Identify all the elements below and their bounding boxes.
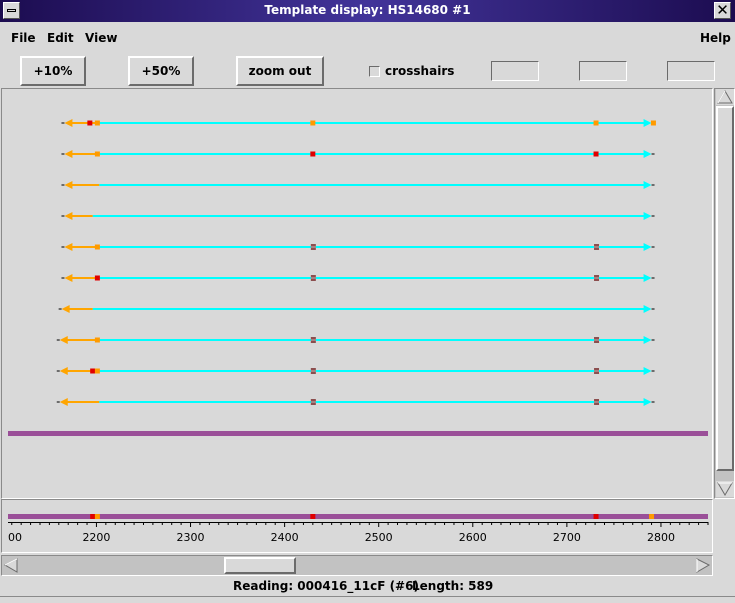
toolbar: +10% +50% zoom out crosshairs xyxy=(0,52,735,88)
readings-plot xyxy=(8,119,708,436)
ruler-panel: 00 2200 2300 2400 2500 2600 2700 2800 xyxy=(1,499,713,553)
tag-marker xyxy=(87,120,93,126)
menu-file[interactable]: File xyxy=(11,31,36,45)
crosshairs-label: crosshairs xyxy=(385,64,455,78)
forward-arrowhead xyxy=(643,367,652,375)
tag-marker xyxy=(310,120,316,126)
position-ruler: 00 2200 2300 2400 2500 2600 2700 2800 xyxy=(8,514,709,544)
tag-marker xyxy=(90,368,96,374)
tag-marker xyxy=(94,275,100,281)
forward-arrowhead xyxy=(643,398,652,406)
tag-marker xyxy=(593,120,599,126)
window-title: Template display: HS14680 #1 xyxy=(264,3,471,17)
readout-field-1 xyxy=(491,61,539,81)
ruler-tick-label: 2800 xyxy=(647,531,675,544)
forward-arrowhead xyxy=(643,336,652,344)
template-canvas[interactable] xyxy=(1,88,713,499)
reading-status: Reading: 000416_11cF (#6) xyxy=(233,579,419,593)
overview-marker xyxy=(649,514,655,519)
forward-arrowhead xyxy=(643,274,652,282)
reverse-arrowhead xyxy=(64,150,73,158)
tag-marker xyxy=(94,151,100,157)
overview-marker xyxy=(94,514,100,519)
tag-marker xyxy=(94,368,100,374)
length-status: Length: 589 xyxy=(412,579,494,593)
forward-arrowhead xyxy=(643,181,652,189)
tag-marker xyxy=(94,244,100,250)
template-bar xyxy=(8,431,708,436)
ruler-tick-label: 2600 xyxy=(459,531,487,544)
reverse-arrowhead xyxy=(59,367,68,375)
scroll-right-icon[interactable] xyxy=(695,557,711,574)
reverse-arrowhead xyxy=(64,181,73,189)
tag-marker xyxy=(94,337,100,343)
title-bar: Template display: HS14680 #1 ✕ xyxy=(0,0,735,22)
ruler-tick-label: 2700 xyxy=(553,531,581,544)
readout-field-2 xyxy=(579,61,627,81)
reverse-arrowhead xyxy=(64,119,73,127)
overview-marker xyxy=(90,514,96,519)
bottom-edge xyxy=(0,596,735,603)
horizontal-scroll-thumb[interactable] xyxy=(224,557,296,574)
readout-field-3 xyxy=(667,61,715,81)
tag-marker xyxy=(94,120,100,126)
scroll-up-icon[interactable] xyxy=(716,89,734,105)
menu-view[interactable]: View xyxy=(85,31,117,45)
crosshairs-checkbox[interactable] xyxy=(369,66,380,77)
overview-template-bar xyxy=(8,514,708,519)
ruler-tick-label: 00 xyxy=(8,531,22,544)
reverse-arrowhead xyxy=(59,398,68,406)
scroll-down-icon[interactable] xyxy=(716,481,734,497)
reverse-arrowhead xyxy=(64,212,73,220)
zoom-out-button[interactable]: zoom out xyxy=(236,56,324,86)
forward-arrowhead xyxy=(643,243,652,251)
zoom-in-10-button[interactable]: +10% xyxy=(20,56,86,86)
scroll-left-icon[interactable] xyxy=(3,557,19,574)
menu-bar: File Edit View Help xyxy=(0,22,735,52)
tag-marker xyxy=(593,151,599,157)
forward-arrowhead xyxy=(643,119,652,127)
forward-arrowhead xyxy=(643,150,652,158)
ruler-tick-label: 2400 xyxy=(271,531,299,544)
vertical-scroll-thumb[interactable] xyxy=(716,106,734,471)
reverse-arrowhead xyxy=(61,305,70,313)
menu-edit[interactable]: Edit xyxy=(47,31,74,45)
reverse-arrowhead xyxy=(64,243,73,251)
zoom-in-50-button[interactable]: +50% xyxy=(128,56,194,86)
reverse-arrowhead xyxy=(64,274,73,282)
status-bar: Reading: 000416_11cF (#6) Length: 589 xyxy=(0,578,735,596)
close-icon: ✕ xyxy=(716,1,729,19)
vertical-scrollbar[interactable] xyxy=(714,88,735,499)
horizontal-scrollbar[interactable] xyxy=(1,555,713,576)
tag-marker xyxy=(650,120,656,126)
menu-help[interactable]: Help xyxy=(700,31,731,45)
overview-marker xyxy=(310,514,316,519)
overview-marker xyxy=(593,514,599,519)
tag-marker xyxy=(310,151,316,157)
close-button[interactable]: ✕ xyxy=(714,2,731,19)
ruler-tick-label: 2500 xyxy=(365,531,393,544)
forward-arrowhead xyxy=(643,305,652,313)
ruler-tick-label: 2200 xyxy=(82,531,110,544)
reverse-arrowhead xyxy=(59,336,68,344)
forward-arrowhead xyxy=(643,212,652,220)
ruler-tick-label: 2300 xyxy=(177,531,205,544)
